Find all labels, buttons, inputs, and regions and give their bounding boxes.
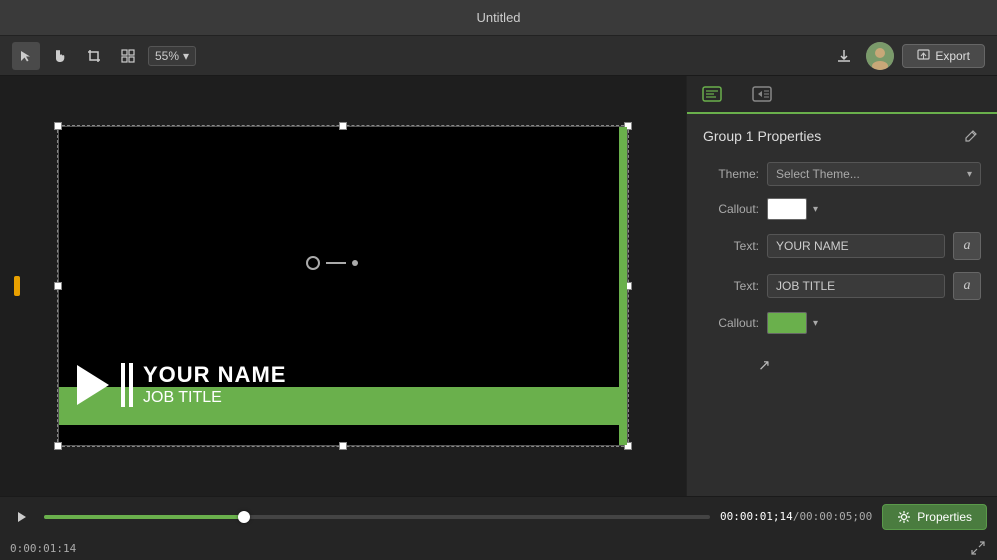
left-marker bbox=[14, 276, 20, 296]
zoom-arrow-icon: ▾ bbox=[183, 49, 189, 63]
resize-tool-button[interactable] bbox=[114, 42, 142, 70]
callout1-dropdown-arrow[interactable]: ▾ bbox=[813, 204, 818, 215]
text2-label: Text: bbox=[703, 279, 759, 293]
text2-style-button[interactable]: a bbox=[953, 272, 981, 300]
right-panel: Group 1 Properties Theme: Select Theme..… bbox=[687, 76, 997, 496]
download-button[interactable] bbox=[830, 42, 858, 70]
zoom-value: 55% bbox=[155, 49, 179, 63]
handle-middle-left[interactable] bbox=[54, 282, 62, 290]
select-tool-button[interactable] bbox=[12, 42, 40, 70]
canvas-area[interactable]: YOUR NAME JOB TITLE bbox=[0, 76, 687, 496]
edit-button[interactable] bbox=[961, 126, 981, 146]
divider-bars bbox=[121, 363, 125, 407]
crop-tool-button[interactable] bbox=[80, 42, 108, 70]
play-button[interactable] bbox=[10, 505, 34, 529]
window-title: Untitled bbox=[476, 10, 520, 25]
handle-bottom-center[interactable] bbox=[339, 442, 347, 450]
expand-icon[interactable] bbox=[969, 539, 987, 557]
title-bar: Untitled bbox=[0, 0, 997, 36]
panel-header: Group 1 Properties bbox=[703, 126, 981, 146]
text1-style-button[interactable]: a bbox=[953, 232, 981, 260]
green-right-strip bbox=[619, 127, 627, 445]
callout1-color-picker: ▾ bbox=[767, 198, 818, 220]
properties-tab[interactable] bbox=[687, 76, 737, 114]
theme-label: Theme: bbox=[703, 167, 759, 181]
export-label: Export bbox=[935, 49, 970, 63]
text2-row: Text: a bbox=[703, 272, 981, 300]
callout2-label: Callout: bbox=[703, 316, 759, 330]
text2-input[interactable] bbox=[767, 274, 945, 298]
callout2-color-picker: ▾ bbox=[767, 312, 818, 334]
progress-fill bbox=[44, 515, 244, 519]
timeline-bar: 00:00:01;14/00:00:05;00 Properties bbox=[0, 497, 997, 536]
panel-tabs bbox=[687, 76, 997, 114]
theme-arrow-icon: ▾ bbox=[967, 169, 972, 180]
callout1-row: Callout: ▾ bbox=[703, 198, 981, 220]
toolbar-tools: 55% ▾ bbox=[12, 42, 822, 70]
text1-label: Text: bbox=[703, 239, 759, 253]
theme-row: Theme: Select Theme... ▾ bbox=[703, 162, 981, 186]
callout2-color-swatch[interactable] bbox=[767, 312, 807, 334]
rotation-circle-icon bbox=[306, 256, 320, 270]
user-avatar[interactable] bbox=[866, 42, 894, 70]
bottom-area: 00:00:01;14/00:00:05;00 Properties 0:00:… bbox=[0, 496, 997, 560]
text1-row: Text: a bbox=[703, 232, 981, 260]
mouse-cursor-icon: ↗ bbox=[758, 356, 771, 374]
callout2-dropdown-arrow[interactable]: ▾ bbox=[813, 318, 818, 329]
title-text: JOB TITLE bbox=[143, 388, 286, 407]
canvas-container: YOUR NAME JOB TITLE bbox=[58, 126, 628, 446]
time-total: 00:00:05;00 bbox=[799, 510, 872, 523]
theme-select[interactable]: Select Theme... ▾ bbox=[767, 162, 981, 186]
main-area: YOUR NAME JOB TITLE bbox=[0, 76, 997, 496]
panel-title: Group 1 Properties bbox=[703, 128, 821, 144]
cursor-area: ↗ bbox=[703, 346, 981, 386]
lower-third-text: YOUR NAME JOB TITLE bbox=[143, 363, 286, 406]
name-text: YOUR NAME bbox=[143, 363, 286, 387]
lower-third-overlay: YOUR NAME JOB TITLE bbox=[59, 345, 627, 425]
toolbar: 55% ▾ Export bbox=[0, 36, 997, 76]
theme-placeholder: Select Theme... bbox=[776, 167, 967, 181]
hand-tool-button[interactable] bbox=[46, 42, 74, 70]
time-current: 00:00:01;14 bbox=[720, 510, 793, 523]
progress-track[interactable] bbox=[44, 515, 710, 519]
callout1-label: Callout: bbox=[703, 202, 759, 216]
play-triangle-icon bbox=[77, 365, 109, 405]
time-display: 00:00:01;14/00:00:05;00 bbox=[720, 510, 872, 523]
handle-bottom-left[interactable] bbox=[54, 442, 62, 450]
progress-thumb[interactable] bbox=[238, 511, 250, 523]
properties-label: Properties bbox=[917, 510, 972, 524]
handle-top-left[interactable] bbox=[54, 122, 62, 130]
rotation-dot-icon bbox=[352, 260, 358, 266]
export-button[interactable]: Export bbox=[902, 44, 985, 68]
rotation-line-icon bbox=[326, 262, 346, 264]
panel-content: Group 1 Properties Theme: Select Theme..… bbox=[687, 114, 997, 496]
toolbar-right: Export bbox=[830, 42, 985, 70]
status-time: 0:00:01:14 bbox=[10, 542, 76, 555]
rotation-handle[interactable] bbox=[306, 256, 358, 270]
callout1-color-swatch[interactable] bbox=[767, 198, 807, 220]
motion-tab[interactable] bbox=[737, 76, 787, 114]
callout2-row: Callout: ▾ bbox=[703, 312, 981, 334]
status-bar: 0:00:01:14 bbox=[0, 536, 997, 560]
zoom-selector[interactable]: 55% ▾ bbox=[148, 46, 196, 66]
text1-input[interactable] bbox=[767, 234, 945, 258]
handle-top-center[interactable] bbox=[339, 122, 347, 130]
properties-button[interactable]: Properties bbox=[882, 504, 987, 530]
